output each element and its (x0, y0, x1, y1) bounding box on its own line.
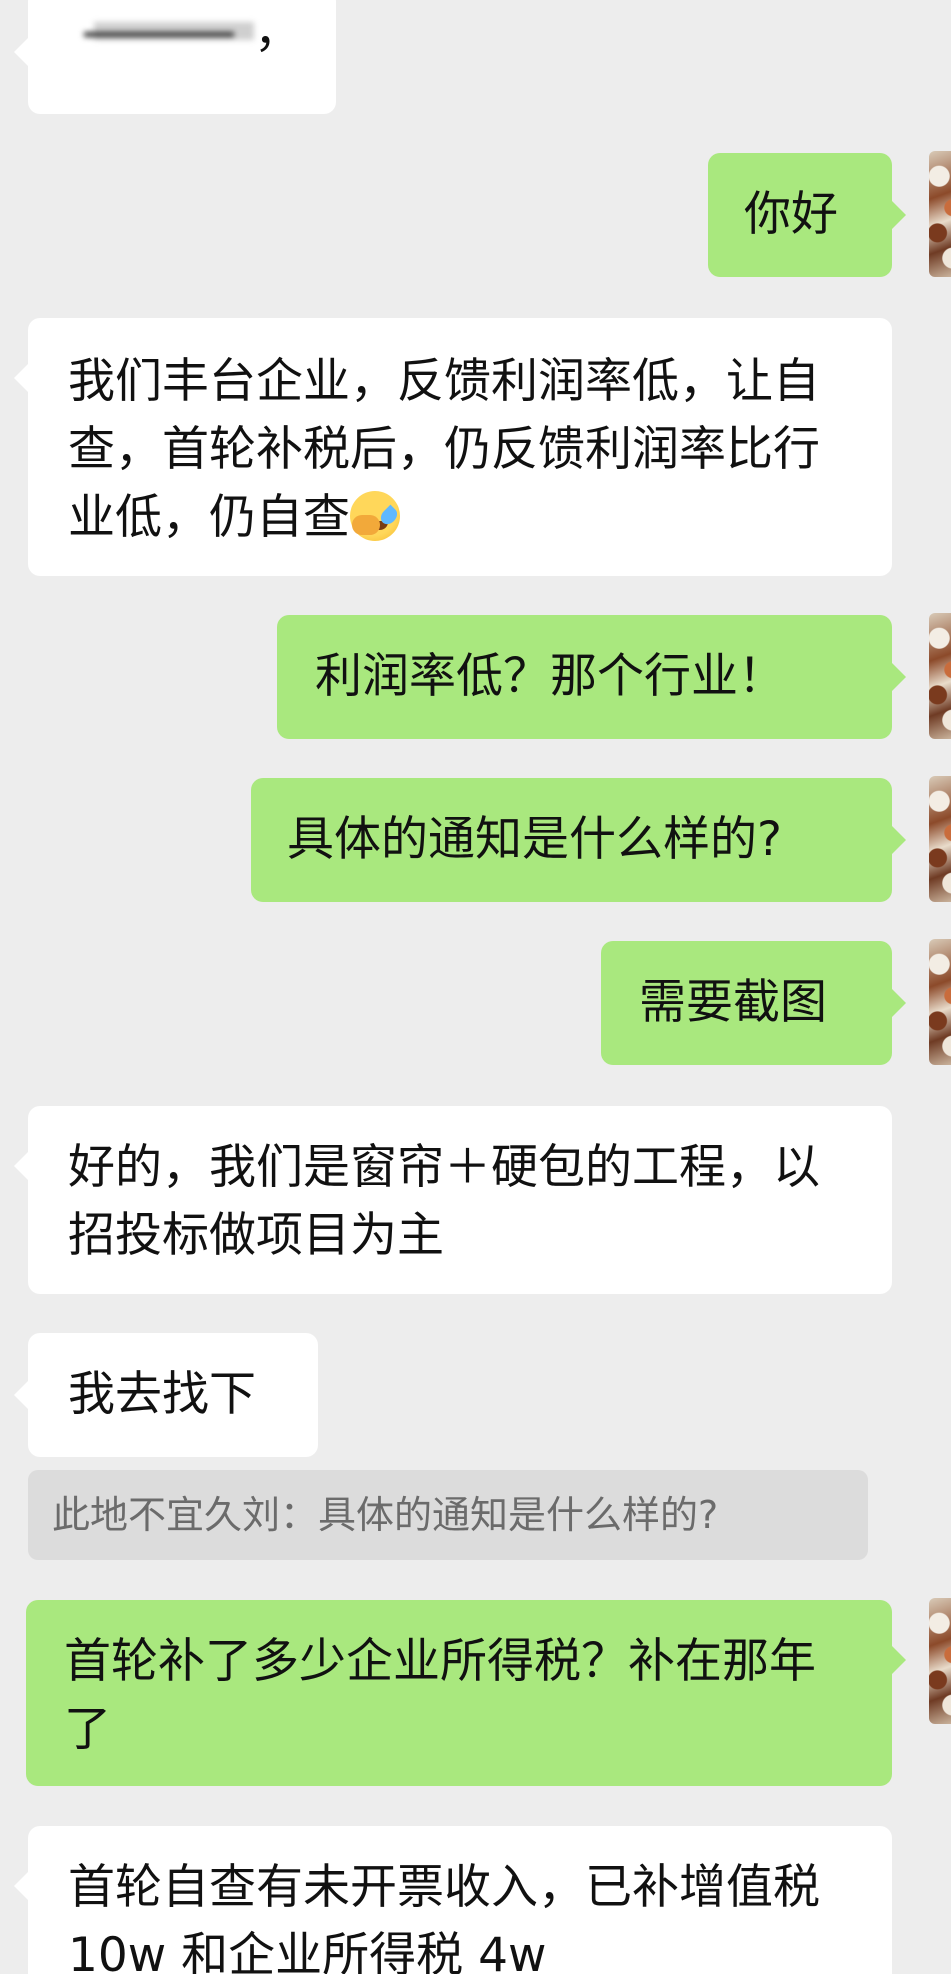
quoted-message[interactable]: 此地不宜久刘：具体的通知是什么样的? (28, 1470, 868, 1560)
avatar[interactable] (929, 776, 951, 902)
message-bubble-incoming[interactable]: 好的，我们是窗帘＋硬包的工程，以招投标做项目为主 (14, 1106, 892, 1294)
avatar[interactable] (929, 939, 951, 1065)
message-text: 需要截图 (639, 975, 827, 1030)
message-text: ， (254, 4, 301, 59)
message-text: 你好 (744, 187, 838, 242)
message-bubble-incoming[interactable]: 我们丰台企业，反馈利润率低，让自查，首轮补税后，仍反馈利润率比行业低，仍自查 (14, 318, 892, 576)
crying-face-emoji-icon (350, 491, 401, 541)
avatar[interactable] (929, 151, 951, 277)
avatar[interactable] (929, 1598, 951, 1724)
message-text: 首轮自查有未开票收入，已补增值税 10w 和企业所得税 4w (68, 1860, 820, 1974)
message-text: 利润率低？那个行业！ (315, 649, 785, 704)
message-bubble-outgoing[interactable]: 你好 (708, 153, 906, 277)
message-text: 首轮补了多少企业所得税？补在那年了 (64, 1634, 816, 1757)
quoted-message-text: 此地不宜久刘：具体的通知是什么样的? (52, 1493, 719, 1537)
message-text: 好的，我们是窗帘＋硬包的工程，以招投标做项目为主 (68, 1140, 820, 1263)
message-text: 我去找下 (68, 1367, 256, 1422)
message-bubble-outgoing[interactable]: 首轮补了多少企业所得税？补在那年了 (26, 1600, 906, 1786)
message-bubble-outgoing[interactable]: 利润率低？那个行业！ (277, 615, 906, 739)
message-bubble-incoming[interactable]: 首轮自查有未开票收入，已补增值税 10w 和企业所得税 4w (14, 1826, 892, 1974)
avatar[interactable] (929, 613, 951, 739)
chat-thread: ， 你好 我们丰台企业，反馈利润率低，让自查，首轮补税后，仍反馈利润率比行业低，… (0, 0, 951, 1974)
message-bubble-incoming[interactable]: ， (14, 0, 336, 114)
message-bubble-outgoing[interactable]: 需要截图 (601, 941, 906, 1065)
message-text: 我们丰台企业，反馈利润率低，让自查，首轮补税后，仍反馈利润率比行业低，仍自查 (68, 354, 820, 545)
message-bubble-outgoing[interactable]: 具体的通知是什么样的? (251, 778, 906, 902)
message-text: 具体的通知是什么样的? (287, 812, 782, 867)
message-bubble-incoming[interactable]: 我去找下 (14, 1333, 318, 1457)
